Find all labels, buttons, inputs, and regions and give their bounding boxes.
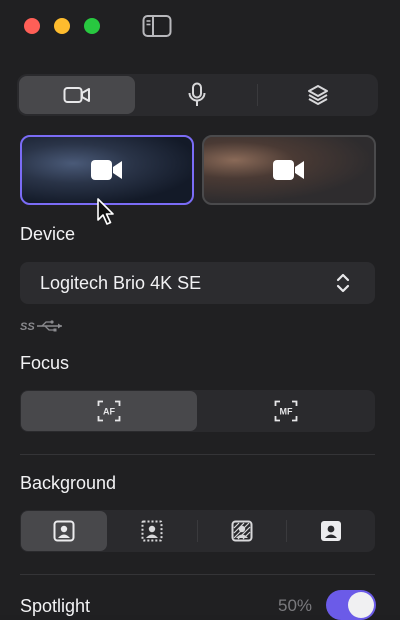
tab-video[interactable]	[19, 76, 135, 114]
microphone-icon	[188, 82, 206, 106]
tab-layers[interactable]	[260, 76, 376, 114]
video-camera-icon	[63, 87, 90, 103]
focus-mode-control: AF MF	[20, 390, 375, 432]
zoom-window-button[interactable]	[84, 18, 100, 34]
device-selected-value: Logitech Brio 4K SE	[40, 272, 202, 293]
sidebar-toggle-icon[interactable]	[142, 14, 172, 38]
source-tabs	[17, 74, 378, 116]
camera-tile-1[interactable]	[20, 135, 194, 205]
tab-audio[interactable]	[139, 76, 255, 114]
background-replace-icon	[231, 520, 253, 542]
spotlight-value: 50%	[278, 596, 313, 615]
focus-manual-button[interactable]: MF	[199, 391, 375, 431]
camera-tile-2[interactable]	[202, 135, 376, 205]
background-remove-button[interactable]	[288, 511, 374, 551]
usb-superspeed-icon: SS	[20, 320, 62, 333]
minimize-window-button[interactable]	[54, 18, 70, 34]
background-blur-button[interactable]	[109, 511, 195, 551]
close-window-button[interactable]	[24, 18, 40, 34]
background-label: Background	[20, 473, 117, 493]
background-mode-control	[20, 510, 375, 552]
manual-focus-icon: MF	[274, 400, 298, 422]
svg-text:SS: SS	[20, 321, 35, 333]
focus-auto-button[interactable]: AF	[21, 391, 197, 431]
tab-divider	[257, 84, 258, 106]
section-divider	[20, 574, 375, 575]
layers-icon	[308, 85, 328, 105]
video-camera-icon	[273, 160, 304, 180]
spotlight-label: Spotlight	[20, 596, 91, 616]
camera-settings-panel: Device Logitech Brio 4K SE SS Focus AF M…	[0, 0, 400, 620]
autofocus-icon: AF	[97, 400, 121, 422]
background-remove-icon	[320, 521, 341, 541]
mouse-pointer-icon	[97, 198, 114, 225]
video-camera-icon	[91, 160, 122, 180]
focus-label: Focus	[20, 353, 70, 373]
section-divider	[20, 454, 375, 455]
device-label: Device	[20, 224, 76, 244]
bg-divider	[196, 520, 198, 542]
device-select[interactable]: Logitech Brio 4K SE	[20, 262, 375, 304]
spotlight-toggle[interactable]	[326, 590, 376, 620]
bg-divider	[285, 520, 287, 542]
chevron-up-down-icon	[336, 273, 350, 293]
autofocus-icon-text: AF	[103, 407, 115, 417]
manual-focus-icon-text: MF	[280, 407, 293, 417]
background-blur-icon	[141, 520, 163, 542]
background-replace-button[interactable]	[199, 511, 285, 551]
background-none-icon	[53, 520, 75, 542]
background-none-button[interactable]	[21, 511, 108, 551]
toggle-knob	[348, 592, 374, 618]
